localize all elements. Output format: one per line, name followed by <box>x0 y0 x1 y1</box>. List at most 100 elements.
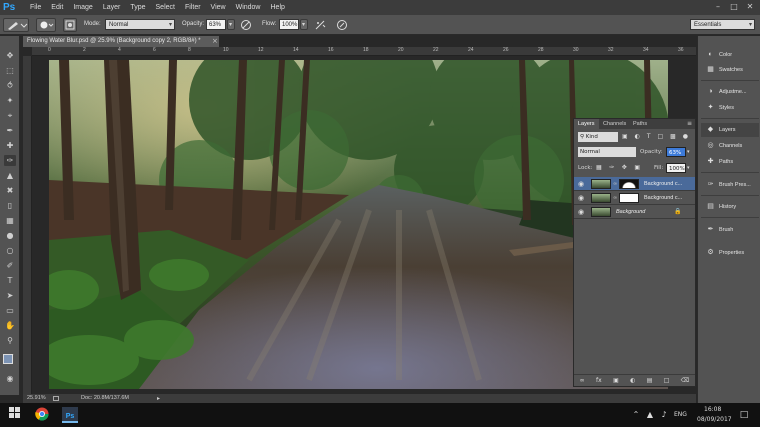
layer-name[interactable]: Background <box>616 205 660 219</box>
trash-icon[interactable]: ⌫ <box>681 377 689 384</box>
dock-color[interactable]: ◐ Color <box>701 48 759 62</box>
gradient-tool-icon[interactable]: ▦ <box>4 215 16 226</box>
history-brush-tool-icon[interactable]: ✖ <box>4 185 16 196</box>
opacity-dropdown[interactable]: ▾ <box>227 19 235 30</box>
layer-name[interactable]: Background c... <box>644 177 688 191</box>
clone-stamp-tool-icon[interactable]: ▲ <box>4 170 16 181</box>
chrome-icon[interactable] <box>34 407 50 423</box>
menu-file[interactable]: File <box>25 4 46 11</box>
layer-name[interactable]: Background c... <box>644 191 688 205</box>
fx-icon[interactable]: fx <box>596 377 602 384</box>
notifications-icon[interactable]: □ <box>736 407 752 423</box>
quick-mask-icon[interactable]: ◉ <box>4 373 16 384</box>
menu-window[interactable]: Window <box>231 4 266 11</box>
menu-type[interactable]: Type <box>125 4 150 11</box>
crop-tool-icon[interactable]: ⌖ <box>4 110 16 121</box>
dock-properties[interactable]: ⚙ Properties <box>701 246 759 260</box>
layer-row[interactable]: ◉ Background 🔒 <box>574 205 695 219</box>
pen-tool-icon[interactable]: ✐ <box>4 260 16 271</box>
blend-mode-select[interactable]: Normal <box>578 147 636 157</box>
close-document-icon[interactable]: × <box>212 36 220 47</box>
flow-dropdown[interactable]: ▾ <box>300 19 308 30</box>
export-icon[interactable] <box>53 396 59 401</box>
lock-position-icon[interactable]: ✥ <box>622 164 627 172</box>
layer-row[interactable]: ◉ ∞ Background c... <box>574 191 695 205</box>
dock-layers[interactable]: ◆ Layers <box>701 123 759 137</box>
new-group-icon[interactable]: ▤ <box>647 377 653 384</box>
eye-icon[interactable]: ◉ <box>578 194 586 202</box>
brush-size-picker[interactable] <box>36 18 56 32</box>
eyedropper-tool-icon[interactable]: ✒ <box>4 125 16 136</box>
panel-menu-icon[interactable]: ≡ <box>687 120 692 127</box>
volume-icon[interactable]: ♪ <box>656 407 672 423</box>
brush-tool-icon[interactable]: ✑ <box>4 155 16 166</box>
workspace-select[interactable]: Essentials <box>690 19 755 31</box>
shape-tool-icon[interactable]: ▭ <box>4 305 16 316</box>
adjustment-filter-icon[interactable]: ◐ <box>635 133 640 141</box>
dock-adjustments[interactable]: ◑ Adjustme... <box>701 85 759 99</box>
path-select-tool-icon[interactable]: ➤ <box>4 290 16 301</box>
zoom-level[interactable]: 25.91% <box>27 394 46 403</box>
filter-toggle-icon[interactable]: ● <box>683 133 688 141</box>
photoshop-taskbar-icon[interactable]: Ps <box>62 407 78 423</box>
language-indicator[interactable]: ENG <box>674 411 687 418</box>
chevron-down-icon[interactable]: ▾ <box>687 147 694 157</box>
tab-channels[interactable]: Channels <box>599 119 630 129</box>
panel-opacity-input[interactable]: 63% <box>666 147 686 157</box>
dock-swatches[interactable]: ▦ Swatches <box>701 63 759 77</box>
document-tab[interactable]: Flowing Water Blur.psd @ 25.9% (Backgrou… <box>23 36 219 47</box>
zoom-tool-icon[interactable]: ⚲ <box>4 335 16 346</box>
menu-filter[interactable]: Filter <box>180 4 206 11</box>
brush-panel-toggle[interactable] <box>63 18 77 32</box>
pressure-size-icon[interactable] <box>336 19 348 31</box>
close-icon[interactable]: ✕ <box>744 1 756 13</box>
pressure-opacity-icon[interactable] <box>240 19 252 31</box>
fill-input[interactable]: 100% <box>666 163 686 173</box>
windows-start-icon[interactable] <box>6 407 22 423</box>
tab-layers[interactable]: Layers <box>574 119 599 129</box>
type-tool-icon[interactable]: T <box>4 275 16 286</box>
menu-edit[interactable]: Edit <box>46 4 68 11</box>
lock-all-icon[interactable]: ▣ <box>634 164 640 172</box>
clock-date[interactable]: 08/09/2017 <box>697 416 732 423</box>
hand-tool-icon[interactable]: ✋ <box>4 320 16 331</box>
airbrush-icon[interactable] <box>314 19 326 31</box>
menu-layer[interactable]: Layer <box>98 4 126 11</box>
lasso-tool-icon[interactable]: ⥀ <box>4 80 16 91</box>
flow-input[interactable]: 100% <box>279 19 299 30</box>
quick-select-tool-icon[interactable]: ✦ <box>4 95 16 106</box>
shape-filter-icon[interactable]: □ <box>657 133 663 141</box>
menu-image[interactable]: Image <box>68 4 97 11</box>
layer-row[interactable]: ◉ ∞ Background c... <box>574 177 695 191</box>
document-size[interactable]: Doc: 20.8M/137.6M <box>81 394 129 403</box>
eye-icon[interactable]: ◉ <box>578 208 586 216</box>
menu-help[interactable]: Help <box>266 4 290 11</box>
foreground-color-swatch[interactable] <box>3 354 13 364</box>
lock-transparent-icon[interactable]: ▦ <box>596 164 602 172</box>
link-layers-icon[interactable]: ∞ <box>580 377 585 384</box>
dock-paths[interactable]: ✚ Paths <box>701 155 759 169</box>
maximize-icon[interactable]: □ <box>728 1 740 13</box>
new-layer-icon[interactable]: □ <box>664 377 670 384</box>
filter-kind-select[interactable]: ⚲ Kind <box>578 132 618 142</box>
layer-mask-thumbnail[interactable] <box>619 179 639 189</box>
add-mask-icon[interactable]: ▣ <box>613 377 619 384</box>
lock-image-icon[interactable]: ✑ <box>609 164 614 172</box>
healing-brush-tool-icon[interactable]: ✚ <box>4 140 16 151</box>
move-tool-icon[interactable]: ✥ <box>4 50 16 61</box>
brush-tool-preset-button[interactable] <box>3 18 29 32</box>
dodge-tool-icon[interactable]: ○ <box>4 245 16 256</box>
clock-time[interactable]: 16:08 <box>704 406 721 413</box>
type-filter-icon[interactable]: T <box>647 133 651 141</box>
smart-filter-icon[interactable]: ▩ <box>670 133 676 141</box>
dock-history[interactable]: ▤ History <box>701 200 759 214</box>
dock-brush[interactable]: ✒ Brush <box>701 223 759 237</box>
dock-styles[interactable]: ✦ Styles <box>701 101 759 115</box>
tab-paths[interactable]: Paths <box>629 119 651 129</box>
image-filter-icon[interactable]: ▣ <box>622 133 628 141</box>
eye-icon[interactable]: ◉ <box>578 180 586 188</box>
dock-brush-presets[interactable]: ✑ Brush Pres... <box>701 178 759 192</box>
adjustment-layer-icon[interactable]: ◐ <box>630 377 635 384</box>
opacity-input[interactable]: 63% <box>206 19 226 30</box>
eraser-tool-icon[interactable]: ▯ <box>4 200 16 211</box>
